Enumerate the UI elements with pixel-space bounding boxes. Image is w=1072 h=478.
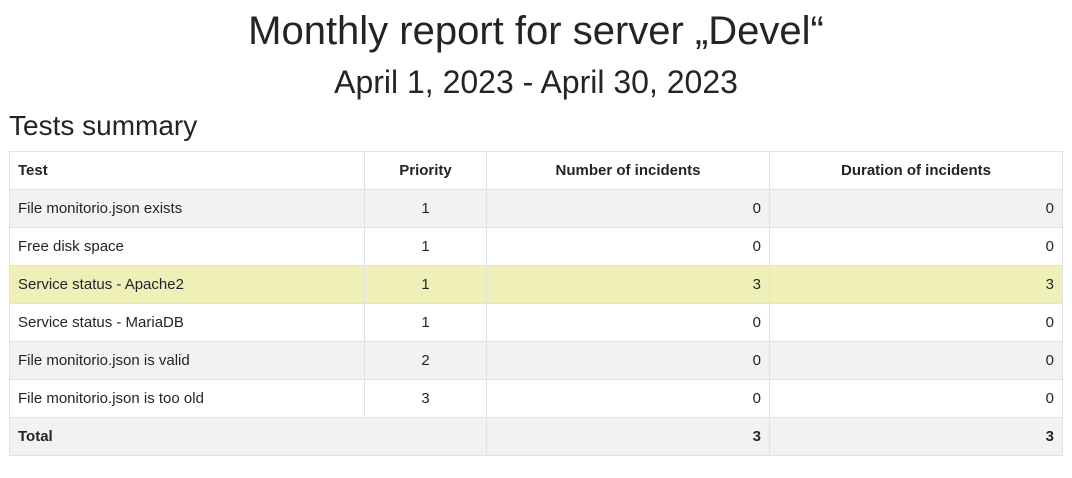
column-header-test: Test — [9, 151, 365, 190]
cell-test: File monitorio.json exists — [9, 189, 365, 228]
cell-incidents: 0 — [486, 189, 770, 228]
table-total-row: Total 3 3 — [9, 417, 1063, 456]
total-duration: 3 — [769, 417, 1063, 456]
cell-priority: 1 — [364, 227, 487, 266]
cell-incidents: 3 — [486, 265, 770, 304]
tests-summary-heading: Tests summary — [9, 110, 198, 141]
cell-duration: 0 — [769, 379, 1063, 418]
table-row-highlighted: Service status - Apache2 1 3 3 — [9, 265, 1063, 304]
table-row: Service status - MariaDB 1 0 0 — [9, 303, 1063, 342]
cell-test: File monitorio.json is too old — [9, 379, 365, 418]
cell-incidents: 0 — [486, 303, 770, 342]
cell-duration: 0 — [769, 303, 1063, 342]
cell-priority: 2 — [364, 341, 487, 380]
cell-duration: 0 — [769, 227, 1063, 266]
table-row: File monitorio.json is too old 3 0 0 — [9, 379, 1063, 418]
cell-test: Service status - MariaDB — [9, 303, 365, 342]
cell-priority: 1 — [364, 189, 487, 228]
cell-priority: 3 — [364, 379, 487, 418]
total-incidents: 3 — [486, 417, 770, 456]
table-row: Free disk space 1 0 0 — [9, 227, 1063, 266]
cell-duration: 3 — [769, 265, 1063, 304]
table-row: File monitorio.json is valid 2 0 0 — [9, 341, 1063, 380]
report-title: Monthly report for server „Devel“ — [248, 9, 824, 53]
cell-priority: 1 — [364, 303, 487, 342]
cell-test: File monitorio.json is valid — [9, 341, 365, 380]
report-period: April 1, 2023 - April 30, 2023 — [334, 64, 738, 100]
cell-incidents: 0 — [486, 379, 770, 418]
column-header-duration: Duration of incidents — [769, 151, 1063, 190]
total-label: Total — [9, 417, 487, 456]
tests-summary-table: Test Priority Number of incidents Durati… — [9, 151, 1063, 456]
column-header-incidents: Number of incidents — [486, 151, 770, 190]
cell-incidents: 0 — [486, 341, 770, 380]
cell-test: Free disk space — [9, 227, 365, 266]
cell-test: Service status - Apache2 — [9, 265, 365, 304]
cell-duration: 0 — [769, 341, 1063, 380]
cell-duration: 0 — [769, 189, 1063, 228]
table-row: File monitorio.json exists 1 0 0 — [9, 189, 1063, 228]
cell-incidents: 0 — [486, 227, 770, 266]
cell-priority: 1 — [364, 265, 487, 304]
table-header-row: Test Priority Number of incidents Durati… — [9, 151, 1063, 190]
column-header-priority: Priority — [364, 151, 487, 190]
